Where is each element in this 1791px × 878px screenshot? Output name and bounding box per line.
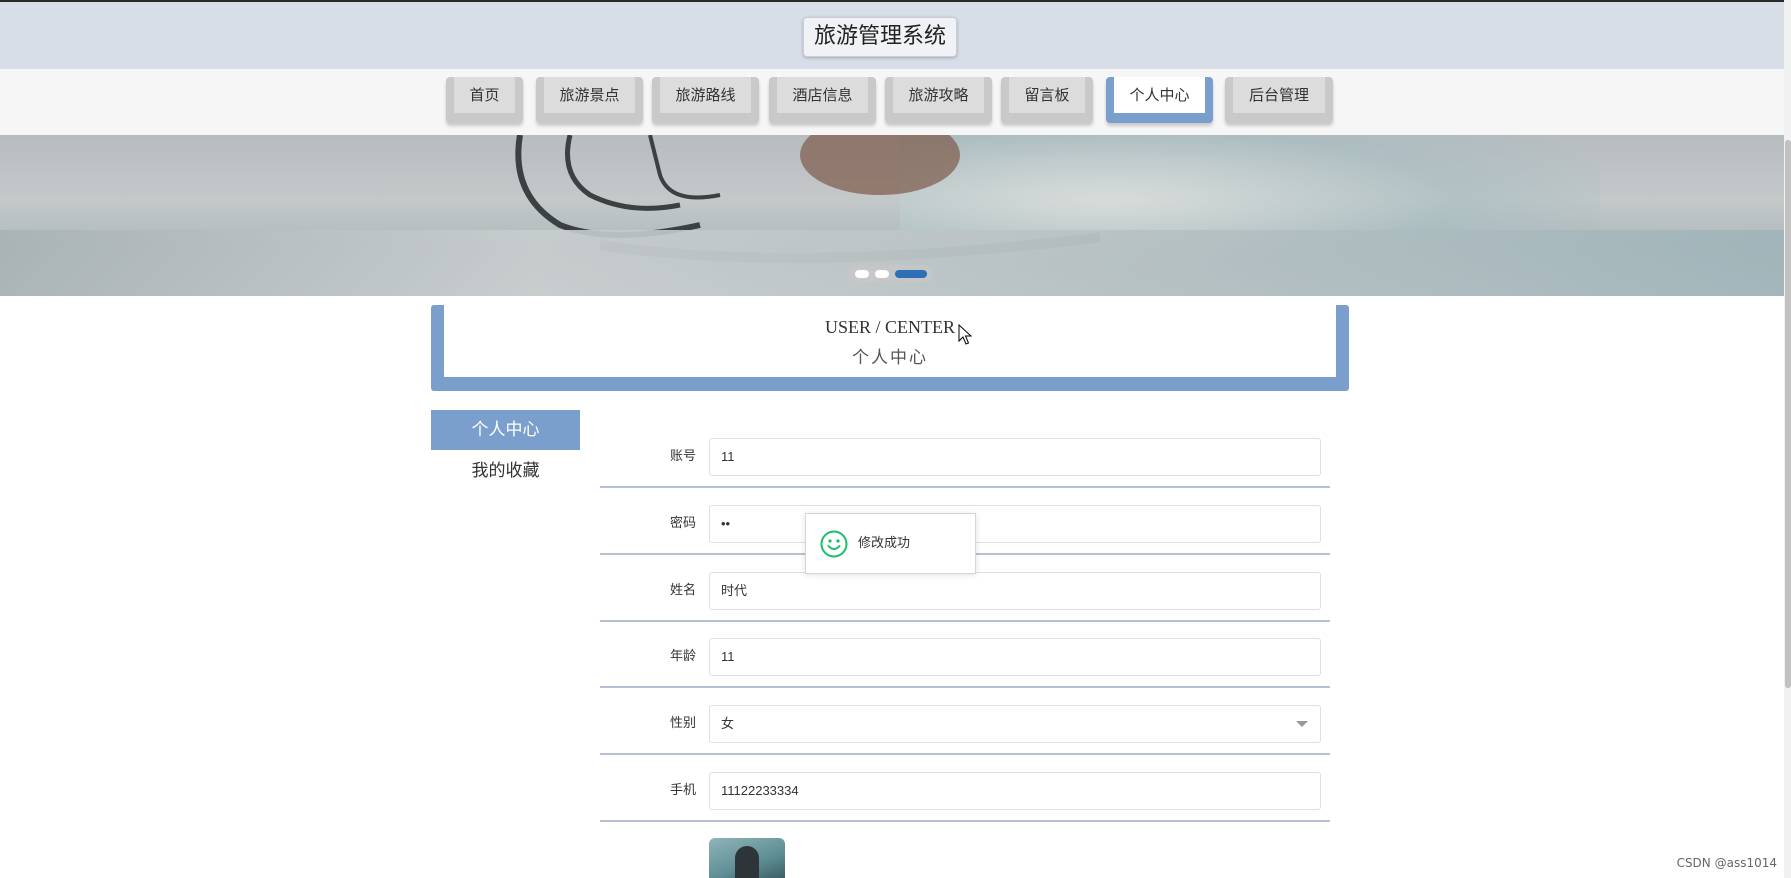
sidebar-item-user-center[interactable]: 个人中心 (431, 410, 580, 450)
name-input[interactable]: 时代 (709, 572, 1321, 610)
form-row-account: 账号 11 (600, 438, 1330, 488)
watermark: CSDN @ass1014 (1676, 856, 1777, 870)
gender-select[interactable]: 女 (709, 705, 1321, 743)
phone-input[interactable]: 11122233334 (709, 772, 1321, 810)
age-input[interactable]: 11 (709, 638, 1321, 676)
nav-item-hotels[interactable]: 酒店信息 (769, 77, 876, 123)
toast-message: 修改成功 (858, 536, 911, 551)
mouse-cursor-icon (958, 324, 972, 345)
carousel-indicators (847, 265, 933, 283)
section-title-box: USER / CENTER 个人中心 (431, 305, 1349, 391)
chevron-down-icon (1296, 721, 1308, 727)
site-title: 旅游管理系统 (803, 17, 958, 57)
nav-item-label: 后台管理 (1233, 77, 1325, 113)
smile-icon (820, 530, 848, 558)
banner-water (0, 230, 1784, 296)
form-row-gender: 性别 女 (600, 705, 1330, 755)
carousel-dot-2[interactable] (875, 270, 889, 278)
nav-item-label: 个人中心 (1114, 77, 1205, 113)
password-label: 密码 (669, 516, 696, 531)
scrollbar-thumb[interactable] (1785, 140, 1791, 688)
site-header: 旅游管理系统 (0, 0, 1784, 69)
nav-item-guides[interactable]: 旅游攻略 (885, 77, 992, 123)
page-scrollbar[interactable] (1784, 0, 1791, 878)
nav-item-user-center[interactable]: 个人中心 (1106, 77, 1213, 123)
nav-item-routes[interactable]: 旅游路线 (652, 77, 759, 123)
section-title-en: USER / CENTER (824, 317, 955, 337)
sidebar-item-favorites[interactable]: 我的收藏 (431, 451, 580, 491)
age-label: 年龄 (669, 649, 696, 664)
name-label: 姓名 (669, 583, 696, 598)
nav-item-admin[interactable]: 后台管理 (1225, 77, 1333, 123)
password-input[interactable]: •• (709, 505, 1321, 543)
carousel-dot-1[interactable] (855, 270, 869, 278)
nav-item-label: 首页 (454, 77, 515, 113)
account-label: 账号 (669, 449, 696, 464)
gender-label: 性别 (669, 716, 696, 731)
nav-item-label: 旅游攻略 (893, 77, 984, 113)
banner-carousel[interactable] (0, 135, 1784, 296)
nav-item-home[interactable]: 首页 (446, 77, 523, 123)
section-title-cn: 个人中心 (852, 348, 928, 367)
nav-item-label: 留言板 (1009, 77, 1085, 113)
avatar-image (735, 846, 759, 878)
account-input[interactable]: 11 (709, 438, 1321, 476)
form-row-name: 姓名 时代 (600, 572, 1330, 622)
avatar-upload[interactable] (709, 838, 785, 878)
nav-item-label: 酒店信息 (777, 77, 868, 113)
phone-label: 手机 (669, 783, 696, 798)
nav-item-attractions[interactable]: 旅游景点 (536, 77, 643, 123)
nav-item-label: 旅游景点 (544, 77, 635, 113)
carousel-dot-3-active[interactable] (895, 270, 927, 278)
gender-select-value: 女 (721, 716, 735, 731)
success-toast: 修改成功 (805, 513, 976, 574)
form-row-age: 年龄 11 (600, 638, 1330, 688)
form-row-phone: 手机 11122233334 (600, 772, 1330, 822)
nav-item-message-board[interactable]: 留言板 (1001, 77, 1093, 123)
nav-item-label: 旅游路线 (660, 77, 751, 113)
main-nav: 首页 旅游景点 旅游路线 酒店信息 旅游攻略 留言板 个人中心 后台管理 (0, 69, 1784, 135)
